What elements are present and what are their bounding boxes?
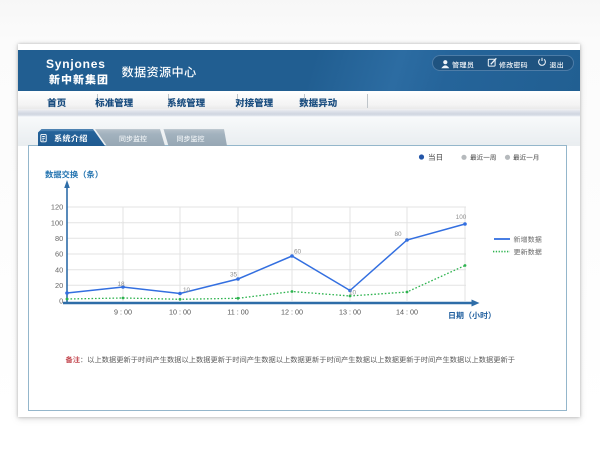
svg-text:35: 35 (230, 272, 238, 279)
svg-text:13 : 00: 13 : 00 (339, 308, 361, 317)
svg-text:40: 40 (55, 265, 63, 274)
svg-text:80: 80 (55, 234, 63, 243)
svg-text:20: 20 (55, 281, 63, 290)
svg-text:10: 10 (349, 290, 357, 297)
svg-text:9 : 00: 9 : 00 (114, 308, 132, 317)
svg-text:60: 60 (294, 249, 302, 256)
svg-text:60: 60 (55, 250, 63, 259)
svg-text:0: 0 (59, 297, 63, 306)
svg-text:10: 10 (183, 287, 191, 294)
svg-text:10 : 00: 10 : 00 (169, 308, 191, 317)
svg-text:12 : 00: 12 : 00 (281, 308, 303, 317)
svg-text:14 : 00: 14 : 00 (396, 308, 418, 317)
svg-text:11 : 00: 11 : 00 (227, 308, 248, 317)
svg-text:100: 100 (51, 218, 63, 227)
svg-text:80: 80 (394, 231, 402, 238)
svg-text:100: 100 (456, 214, 467, 221)
svg-text:120: 120 (51, 203, 63, 212)
svg-text:18: 18 (117, 281, 125, 288)
